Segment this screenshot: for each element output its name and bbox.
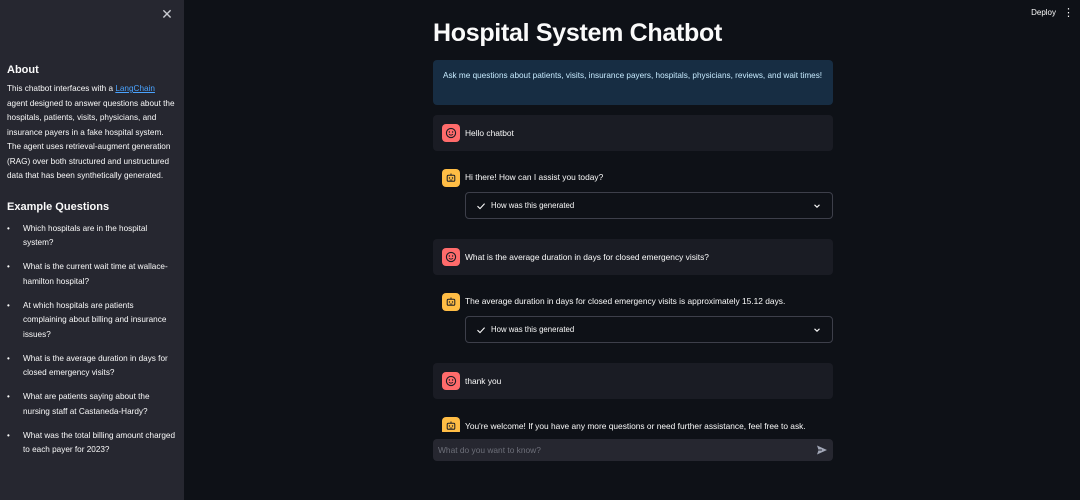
message-text: Hi there! How can I assist you today? xyxy=(465,172,604,182)
message-text: thank you xyxy=(465,376,502,386)
about-heading: About xyxy=(7,64,39,76)
check-icon xyxy=(477,327,486,334)
chat-message-user: Hello chatbot xyxy=(433,115,833,151)
example-question: What is the average duration in days for… xyxy=(7,352,175,381)
chevron-down-icon xyxy=(814,328,820,332)
chat-input[interactable] xyxy=(438,442,808,458)
chat-message-assistant: You're welcome! If you have any more que… xyxy=(433,408,833,432)
info-box: Ask me questions about patients, visits,… xyxy=(433,60,833,105)
user-avatar-icon xyxy=(442,124,460,142)
check-icon xyxy=(477,203,486,210)
chat-message-assistant: Hi there! How can I assist you today? Ho… xyxy=(433,160,833,230)
about-text: This chatbot interfaces with a LangChain… xyxy=(7,82,175,184)
menu-icon[interactable]: ⋮ xyxy=(1063,6,1074,20)
example-question: What are patients saying about the nursi… xyxy=(7,390,175,419)
chevron-down-icon xyxy=(814,204,820,208)
how-generated-expander[interactable]: How was this generated xyxy=(465,316,833,343)
top-bar: Deploy ⋮ xyxy=(980,0,1080,28)
page-title: Hospital System Chatbot xyxy=(433,19,722,47)
example-question: What was the total billing amount charge… xyxy=(7,429,175,458)
assistant-avatar-icon xyxy=(442,417,460,432)
sidebar-content: About This chatbot interfaces with a Lan… xyxy=(7,64,175,467)
chat-message-user: What is the average duration in days for… xyxy=(433,239,833,275)
chat-message-user: thank you xyxy=(433,363,833,399)
about-text-end: agent designed to answer questions about… xyxy=(7,98,175,181)
example-question: At which hospitals are patients complain… xyxy=(7,299,175,343)
how-generated-expander[interactable]: How was this generated xyxy=(465,192,833,219)
example-question: Which hospitals are in the hospital syst… xyxy=(7,222,175,251)
example-questions-list: Which hospitals are in the hospital syst… xyxy=(7,222,175,458)
close-icon[interactable]: ✕ xyxy=(160,7,174,21)
expander-label: How was this generated xyxy=(491,201,575,210)
main-content: Hospital System Chatbot Ask me questions… xyxy=(433,0,833,500)
chat-message-assistant: The average duration in days for closed … xyxy=(433,284,833,354)
user-avatar-icon xyxy=(442,248,460,266)
sidebar: ✕ About This chatbot interfaces with a L… xyxy=(0,0,184,500)
deploy-button[interactable]: Deploy xyxy=(1031,8,1056,17)
send-icon[interactable] xyxy=(816,444,828,456)
assistant-avatar-icon xyxy=(442,169,460,187)
langchain-link[interactable]: LangChain xyxy=(115,84,155,93)
expander-label: How was this generated xyxy=(491,325,575,334)
assistant-avatar-icon xyxy=(442,293,460,311)
about-text-start: This chatbot interfaces with a xyxy=(7,84,116,93)
example-question: What is the current wait time at wallace… xyxy=(7,260,175,289)
message-text: The average duration in days for closed … xyxy=(465,296,786,306)
message-text: What is the average duration in days for… xyxy=(465,252,709,262)
example-questions-heading: Example Questions xyxy=(7,200,110,213)
message-text: You're welcome! If you have any more que… xyxy=(465,421,806,431)
chat-input-box[interactable] xyxy=(433,439,833,461)
user-avatar-icon xyxy=(442,372,460,390)
message-text: Hello chatbot xyxy=(465,128,514,138)
